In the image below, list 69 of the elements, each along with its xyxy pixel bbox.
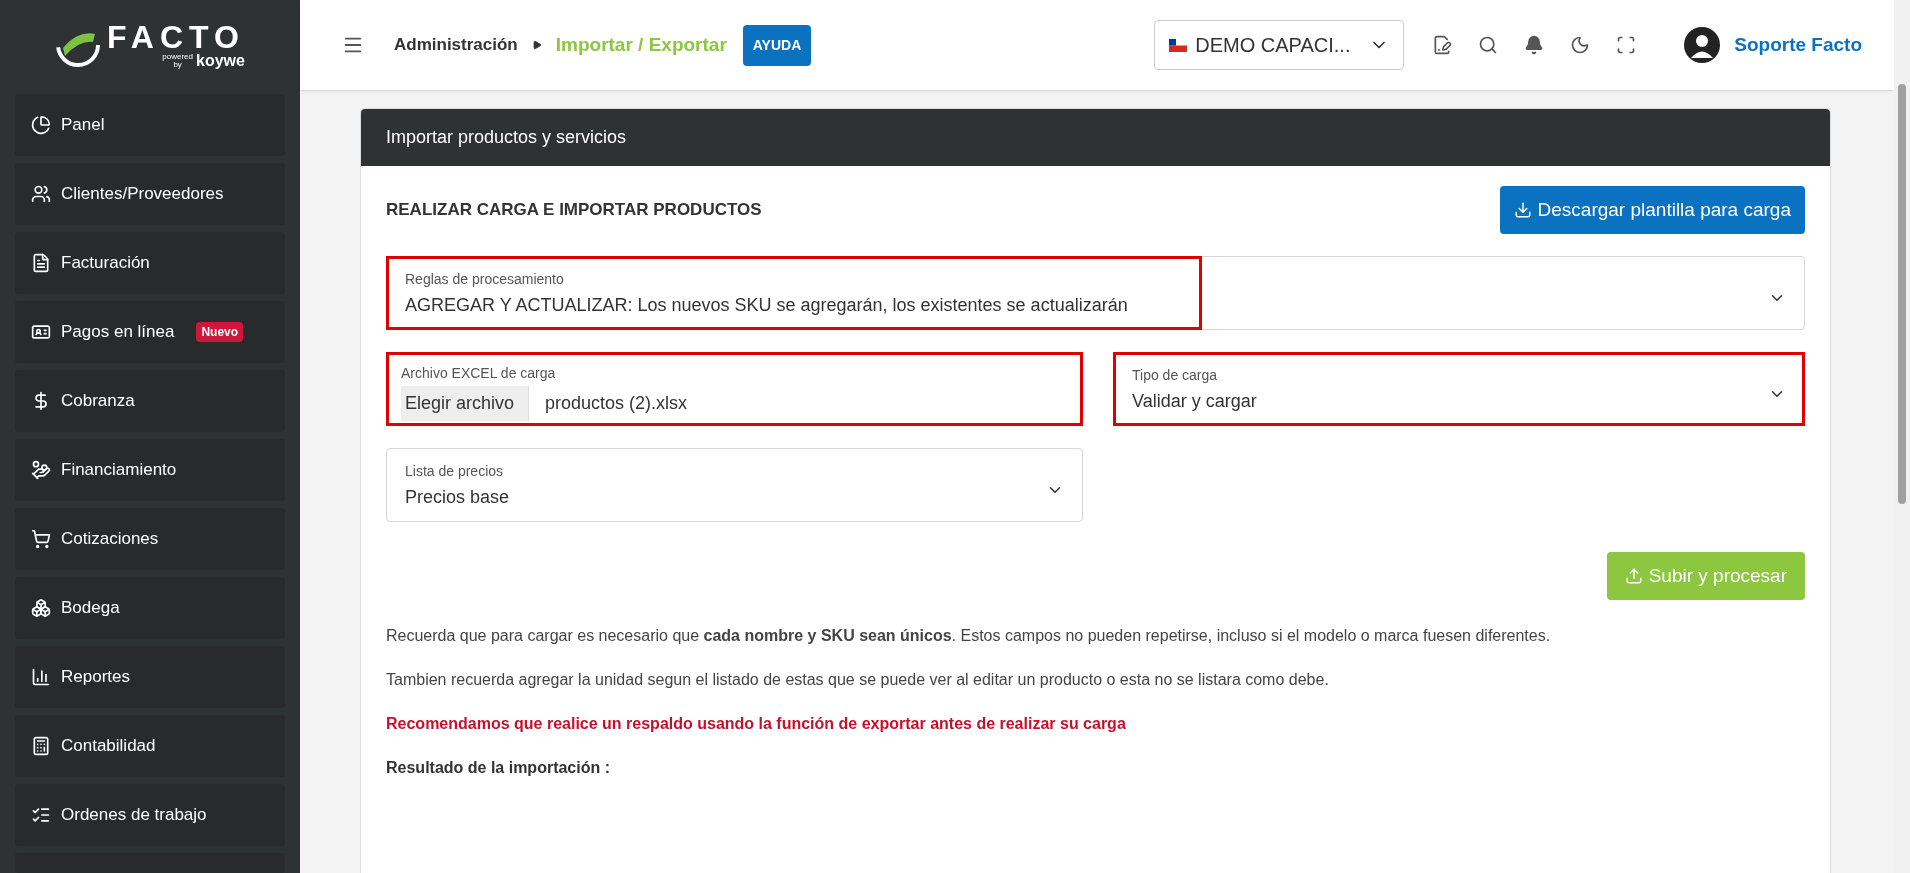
sidebar-label: Ordenes de trabajo — [61, 804, 207, 827]
fullscreen-icon[interactable] — [1616, 35, 1637, 55]
sidebar-label: Bodega — [61, 597, 120, 620]
card-icon — [31, 322, 51, 342]
field-label: Tipo de carga — [1132, 366, 1219, 385]
sidebar-item[interactable]: Cobranza — [15, 370, 285, 432]
user-name[interactable]: Soporte Facto — [1734, 30, 1862, 60]
sidebar-item[interactable]: Bodega — [15, 577, 285, 639]
sidebar-label: Facturación — [61, 252, 150, 275]
sidebar-label: Panel — [61, 114, 105, 137]
download-icon — [1513, 201, 1532, 219]
sidebar-label: Clientes/Proveedores — [61, 183, 224, 206]
select-field[interactable]: Lista de precios Precios base — [386, 448, 1083, 522]
help-button[interactable]: AYUDA — [742, 24, 812, 66]
logo-brand: koywe — [196, 53, 245, 69]
card-title: Importar productos y servicios — [386, 126, 627, 149]
logo-wordmark: FACTO — [107, 21, 245, 53]
cart-icon — [31, 529, 51, 549]
users-icon — [31, 184, 51, 204]
field-label: Lista de precios — [405, 462, 505, 481]
sidebar-item[interactable]: Facturación — [15, 232, 285, 294]
caret-icon — [531, 40, 542, 50]
sidebar-item[interactable]: Contabilidad — [15, 715, 285, 777]
sidebar-item[interactable]: Ordenes de trabajo — [15, 784, 285, 846]
calculator-icon — [31, 736, 51, 756]
download-template-button[interactable]: Descargar plantilla para carga — [1499, 186, 1805, 234]
sidebar-label: Reportes — [61, 666, 130, 689]
choose-file-button[interactable]: Elegir archivo — [401, 386, 530, 421]
sidebar-item[interactable]: Reportes — [15, 646, 285, 708]
breadcrumb-current: Importar / Exportar — [555, 32, 727, 57]
field-label: Reglas de procesamiento — [405, 270, 565, 289]
file-name: productos (2).xlsx — [545, 392, 688, 415]
field-value: Validar y cargar — [1132, 390, 1257, 413]
flag-icon — [1169, 38, 1188, 52]
avatar-icon[interactable] — [1684, 27, 1721, 63]
sidebar-item[interactable]: Cotizaciones — [15, 508, 285, 570]
checklist-icon — [31, 805, 51, 825]
field-label: Archivo EXCEL de carga — [401, 364, 557, 383]
search-icon[interactable] — [1478, 35, 1499, 55]
sidebar-item[interactable]: Pagos en línea Nuevo — [15, 301, 285, 363]
note-text: Tambien recuerda agregar la unidad segun el listado de estas que se puede ver al editar un producto o esta no se listara como debe. — [386, 670, 1330, 690]
bar-chart-icon — [31, 667, 51, 687]
sidebar-item[interactable]: Clientes/Proveedores — [15, 163, 285, 225]
breadcrumb-link[interactable]: Administración — [394, 32, 518, 58]
field-value: Precios base — [405, 486, 510, 509]
sidebar-label: Pagos en línea — [61, 321, 175, 344]
sidebar-label: Financiamiento — [61, 459, 177, 482]
result-heading: Resultado de la importación : — [386, 758, 612, 778]
moon-icon[interactable] — [1570, 35, 1591, 55]
edit-document-icon[interactable] — [1432, 35, 1453, 55]
bell-icon[interactable] — [1524, 35, 1545, 55]
company-select[interactable]: DEMO CAPACI... — [1154, 20, 1405, 70]
upload-icon — [1624, 567, 1643, 585]
warning-text: Recomendamos que realice un respaldo usando la función de exportar antes de realizar su carga — [386, 714, 1127, 734]
new-badge: Nuevo — [196, 322, 244, 342]
sidebar-item[interactable]: Panel — [15, 94, 285, 156]
sidebar-label: Contabilidad — [61, 735, 156, 758]
boxes-icon — [31, 598, 51, 618]
logo-tagline: by — [173, 61, 182, 69]
sidebar-label: Cotizaciones — [61, 528, 159, 551]
note-text: Recuerda que para cargar es necesario que cada nombre y SKU sean únicos. Estos campos no pueden repetirse, incluso si el modelo o marca fuesen diferentes. — [386, 626, 1552, 646]
field-value: AGREGAR Y ACTUALIZAR: Los nuevos SKU se agregarán, los existentes se actualizarán — [405, 294, 1128, 317]
sidebar-item[interactable]: Financiamiento — [15, 439, 285, 501]
section-title: REALIZAR CARGA E IMPORTAR PRODUCTOS — [386, 199, 762, 222]
pie-chart-icon — [31, 115, 51, 135]
hand-coin-icon — [31, 460, 51, 480]
document-icon — [31, 253, 51, 273]
logo-tagline: powered — [162, 53, 193, 61]
sidebar-label: Cobranza — [61, 390, 135, 413]
